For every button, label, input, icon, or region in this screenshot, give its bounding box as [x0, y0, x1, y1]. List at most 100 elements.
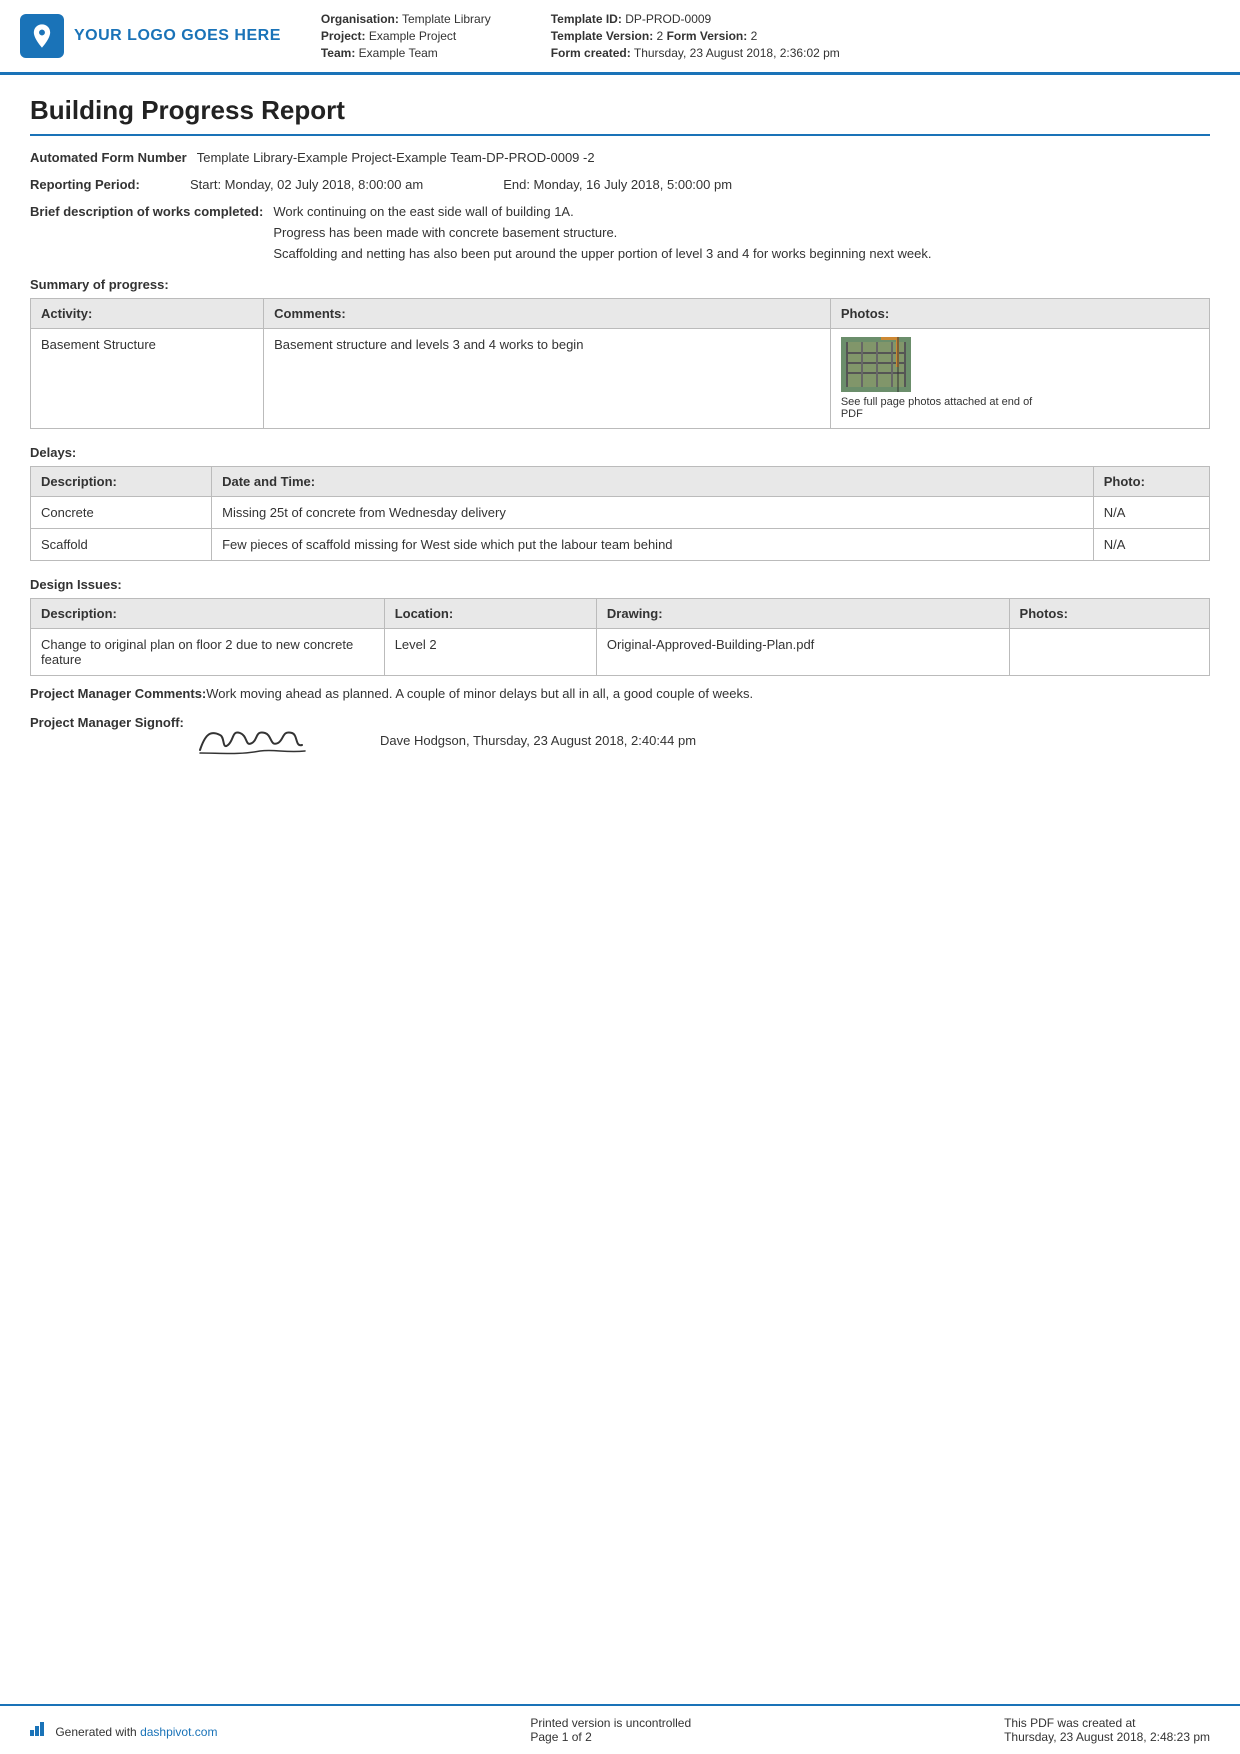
pm-signoff-name: Dave Hodgson, Thursday, 23 August 2018, … — [380, 733, 696, 748]
delays-section-header: Delays: — [30, 445, 1210, 460]
design-issues-location-1: Level 2 — [384, 629, 596, 676]
header: YOUR LOGO GOES HERE Organisation: Templa… — [0, 0, 1240, 75]
org-label: Organisation: — [321, 12, 399, 26]
summary-col-comments: Comments: — [264, 299, 831, 329]
building-svg — [841, 337, 911, 392]
footer-generated: Generated with dashpivot.com — [30, 1722, 217, 1739]
header-meta-left: Organisation: Template Library Project: … — [321, 12, 491, 60]
design-issues-row-1: Change to original plan on floor 2 due t… — [31, 629, 1210, 676]
team-value: Example Team — [359, 46, 438, 60]
summary-comments-1: Basement structure and levels 3 and 4 wo… — [264, 329, 831, 429]
delays-col-datetime: Date and Time: — [212, 467, 1094, 497]
signature-svg — [190, 715, 320, 765]
brief-desc-line-2: Progress has been made with concrete bas… — [273, 225, 1210, 240]
template-id-label: Template ID: — [551, 12, 622, 26]
brief-desc-label: Brief description of works completed: — [30, 204, 273, 219]
reporting-period-start: Start: Monday, 02 July 2018, 8:00:00 am — [190, 177, 423, 192]
page-wrapper: YOUR LOGO GOES HERE Organisation: Templa… — [0, 0, 1240, 1754]
template-id-line: Template ID: DP-PROD-0009 — [551, 12, 840, 26]
delays-photo-2: N/A — [1093, 529, 1209, 561]
footer-bar-icon — [30, 1725, 51, 1739]
footer-printed: Printed version is uncontrolled Page 1 o… — [530, 1716, 691, 1744]
building-thumbnail — [841, 337, 911, 392]
org-line: Organisation: Template Library — [321, 12, 491, 26]
dashpivot-icon — [30, 1722, 48, 1736]
signature-image — [190, 715, 320, 765]
form-created-label: Form created: — [551, 46, 631, 60]
delays-table: Description: Date and Time: Photo: Concr… — [30, 466, 1210, 561]
team-line: Team: Example Team — [321, 46, 491, 60]
footer-created: This PDF was created at Thursday, 23 Aug… — [1004, 1716, 1210, 1744]
template-version-value: 2 — [657, 29, 664, 43]
signature-area: Dave Hodgson, Thursday, 23 August 2018, … — [190, 715, 1210, 765]
logo-icon — [20, 14, 64, 58]
footer-generated-link[interactable]: dashpivot.com — [140, 1725, 217, 1739]
automated-form-number-label: Automated Form Number — [30, 150, 197, 165]
version-line: Template Version: 2 Form Version: 2 — [551, 29, 840, 43]
pm-section: Project Manager Comments: Work moving ah… — [30, 686, 1210, 765]
spacer — [0, 1245, 1240, 1705]
photo-cell: See full page photos attached at end of … — [841, 337, 1199, 420]
summary-table-header-row: Activity: Comments: Photos: — [31, 299, 1210, 329]
delays-datetime-2: Few pieces of scaffold missing for West … — [212, 529, 1094, 561]
summary-col-activity: Activity: — [31, 299, 264, 329]
reporting-period-label: Reporting Period: — [30, 177, 190, 192]
project-line: Project: Example Project — [321, 29, 491, 43]
delays-table-header-row: Description: Date and Time: Photo: — [31, 467, 1210, 497]
team-label: Team: — [321, 46, 355, 60]
design-issues-table: Description: Location: Drawing: Photos: … — [30, 598, 1210, 676]
delays-datetime-1: Missing 25t of concrete from Wednesday d… — [212, 497, 1094, 529]
design-issues-col-location: Location: — [384, 599, 596, 629]
design-issues-col-drawing: Drawing: — [596, 599, 1009, 629]
form-created-line: Form created: Thursday, 23 August 2018, … — [551, 46, 840, 60]
photo-caption: See full page photos attached at end of … — [841, 396, 1041, 420]
design-issues-description-1: Change to original plan on floor 2 due t… — [31, 629, 385, 676]
design-issues-drawing-1: Original-Approved-Building-Plan.pdf — [596, 629, 1009, 676]
brief-desc-row: Brief description of works completed: Wo… — [30, 204, 1210, 261]
pm-comments-label: Project Manager Comments: — [30, 686, 206, 701]
delays-row-2: Scaffold Few pieces of scaffold missing … — [31, 529, 1210, 561]
footer: Generated with dashpivot.com Printed ver… — [0, 1704, 1240, 1754]
footer-page-text: Page 1 of 2 — [530, 1730, 691, 1744]
design-issues-header-row: Description: Location: Drawing: Photos: — [31, 599, 1210, 629]
pm-signoff-row: Project Manager Signoff: Dave Hodgson, T… — [30, 715, 1210, 765]
form-version-value: 2 — [751, 29, 758, 43]
project-label: Project: — [321, 29, 366, 43]
header-meta-right: Template ID: DP-PROD-0009 Template Versi… — [551, 12, 840, 60]
footer-created-text: This PDF was created at — [1004, 1716, 1210, 1730]
template-version-label: Template Version: — [551, 29, 653, 43]
brief-desc-line-3: Scaffolding and netting has also been pu… — [273, 246, 1210, 261]
header-meta: Organisation: Template Library Project: … — [281, 12, 1210, 60]
brief-desc-lines: Work continuing on the east side wall of… — [273, 204, 1210, 261]
footer-printed-text: Printed version is uncontrolled — [530, 1716, 691, 1730]
delays-row-1: Concrete Missing 25t of concrete from We… — [31, 497, 1210, 529]
pm-signoff-label: Project Manager Signoff: — [30, 715, 190, 730]
pm-comments-row: Project Manager Comments: Work moving ah… — [30, 686, 1210, 701]
form-created-value: Thursday, 23 August 2018, 2:36:02 pm — [634, 46, 840, 60]
automated-form-number-value: Template Library-Example Project-Example… — [197, 150, 1210, 165]
footer-created-date: Thursday, 23 August 2018, 2:48:23 pm — [1004, 1730, 1210, 1744]
design-issues-section-header: Design Issues: — [30, 577, 1210, 592]
delays-col-description: Description: — [31, 467, 212, 497]
automated-form-number-row: Automated Form Number Template Library-E… — [30, 150, 1210, 165]
pm-comments-value: Work moving ahead as planned. A couple o… — [206, 686, 1210, 701]
summary-table: Activity: Comments: Photos: Basement Str… — [30, 298, 1210, 429]
summary-photos-1: See full page photos attached at end of … — [830, 329, 1209, 429]
logo-area: YOUR LOGO GOES HERE — [20, 12, 281, 60]
delays-photo-1: N/A — [1093, 497, 1209, 529]
delays-description-2: Scaffold — [31, 529, 212, 561]
footer-generated-text: Generated with — [55, 1725, 140, 1739]
design-issues-col-description: Description: — [31, 599, 385, 629]
template-id-value: DP-PROD-0009 — [625, 12, 711, 26]
report-title: Building Progress Report — [30, 95, 1210, 136]
reporting-period-row: Reporting Period: Start: Monday, 02 July… — [30, 177, 1210, 192]
logo-svg — [28, 22, 56, 50]
main-content: Building Progress Report Automated Form … — [0, 75, 1240, 1245]
delays-description-1: Concrete — [31, 497, 212, 529]
logo-text: YOUR LOGO GOES HERE — [74, 27, 281, 45]
design-issues-col-photos: Photos: — [1009, 599, 1209, 629]
summary-section-header: Summary of progress: — [30, 277, 1210, 292]
delays-col-photo: Photo: — [1093, 467, 1209, 497]
summary-row-1: Basement Structure Basement structure an… — [31, 329, 1210, 429]
summary-col-photos: Photos: — [830, 299, 1209, 329]
